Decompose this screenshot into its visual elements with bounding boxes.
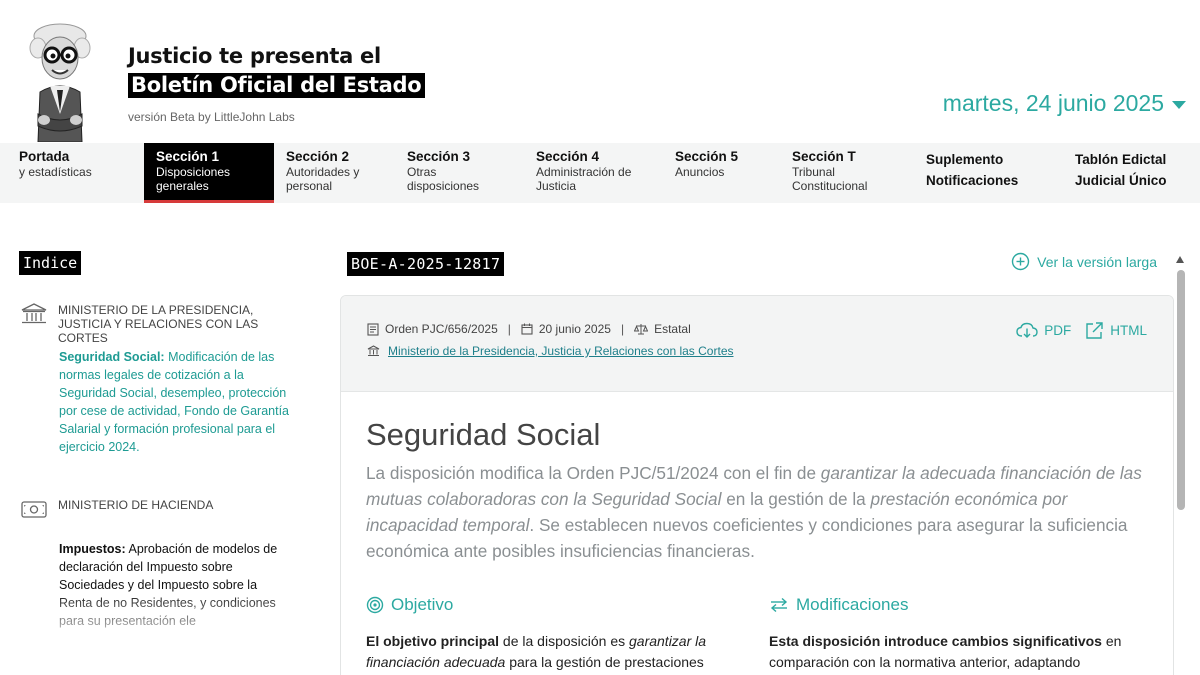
pdf-label: PDF xyxy=(1044,323,1072,338)
plus-circle-icon xyxy=(1011,252,1030,271)
nav-seccion-t[interactable]: Sección T Tribunal Constitucional xyxy=(792,143,907,203)
nav-seccion-1[interactable]: Sección 1 Disposiciones generales xyxy=(144,143,274,203)
objetivo-body: de la disposición es xyxy=(499,633,629,649)
modificaciones-bold: Esta disposición introduce cambios signi… xyxy=(769,633,1102,649)
nav-title: Sección 5 xyxy=(675,149,739,164)
ministry-name: MINISTERIO DE LA PRESIDENCIA, JUSTICIA Y… xyxy=(58,303,259,345)
pdf-button[interactable]: PDF xyxy=(1016,322,1071,339)
calendar-icon xyxy=(521,323,533,335)
nav-title: Sección 1 xyxy=(156,149,220,164)
site-title-line2: Boletín Oficial del Estado xyxy=(128,73,426,98)
nav-title: Suplemento Notificaciones xyxy=(926,152,1019,188)
nav-subtitle: Anuncios xyxy=(675,165,725,179)
nav-title: Sección 3 xyxy=(407,149,471,164)
separator: | xyxy=(507,322,511,336)
entry-label: Impuestos: xyxy=(59,542,126,556)
nav-title: Sección T xyxy=(792,149,856,164)
long-version-link[interactable]: Ver la versión larga xyxy=(1011,252,1157,271)
document-id: BOE-A-2025-12817 xyxy=(347,252,505,276)
long-version-label: Ver la versión larga xyxy=(1037,253,1157,270)
meta-row: Orden PJC/656/2025 | 20 junio 2025 | Est… xyxy=(367,322,691,336)
scroll-up-arrow-icon[interactable] xyxy=(1176,256,1184,263)
nav-subtitle: Autoridades y personal xyxy=(286,165,360,193)
version-note: versión Beta by LittleJohn Labs xyxy=(128,110,295,124)
scrollbar-thumb[interactable] xyxy=(1177,270,1185,510)
modificaciones-title: Modificaciones xyxy=(796,595,909,614)
nav-seccion-2[interactable]: Sección 2 Autoridades y personal xyxy=(286,143,396,203)
external-link-icon xyxy=(1086,322,1103,339)
download-links: PDF HTML xyxy=(1008,321,1147,340)
ministry-name: MINISTERIO DE HACIENDA xyxy=(58,498,214,512)
document-heading: Seguridad Social xyxy=(366,417,601,452)
ministry-heading: MINISTERIO DE HACIENDA xyxy=(20,498,308,520)
html-label: HTML xyxy=(1110,323,1147,338)
objetivo-title: Objetivo xyxy=(391,595,454,614)
target-icon xyxy=(366,596,384,614)
nav-tablon-edictal[interactable]: Tablón Edictal Judicial Único xyxy=(1075,143,1185,203)
index-entry-seguridad-social[interactable]: Seguridad Social: Modificación de las no… xyxy=(59,348,293,457)
mascot-logo xyxy=(29,23,91,142)
document-summary: La disposición modifica la Orden PJC/51/… xyxy=(366,460,1156,564)
nav-suplemento-notificaciones[interactable]: Suplemento Notificaciones xyxy=(926,143,1026,203)
date-selector[interactable]: martes, 24 junio 2025 xyxy=(943,90,1186,117)
nav-title: Tablón Edictal Judicial Único xyxy=(1075,152,1167,188)
government-building-icon xyxy=(21,303,47,324)
document-icon xyxy=(367,322,379,336)
section-nav: Portada y estadísticas Sección 1 Disposi… xyxy=(0,143,1200,203)
site-title-line1: Justicio te presenta el xyxy=(128,44,381,68)
header: Justicio te presenta el Boletín Oficial … xyxy=(0,0,1200,143)
ministry-heading: MINISTERIO DE LA PRESIDENCIA, JUSTICIA Y… xyxy=(20,303,308,345)
nav-subtitle: y estadísticas xyxy=(19,165,92,179)
nav-title: Portada xyxy=(19,149,70,164)
publication-date: 20 junio 2025 xyxy=(538,322,611,336)
banknote-icon xyxy=(21,501,47,518)
scope: Estatal xyxy=(654,322,691,336)
nav-title: Sección 2 xyxy=(286,149,350,164)
scales-icon xyxy=(634,324,649,335)
objetivo-bold: El objetivo principal xyxy=(366,633,500,649)
nav-seccion-5[interactable]: Sección 5 Anuncios xyxy=(675,143,775,203)
objetivo-text: El objetivo principal de la disposición … xyxy=(366,631,736,673)
modificaciones-text: Esta disposición introduce cambios signi… xyxy=(769,631,1139,673)
nav-portada[interactable]: Portada y estadísticas xyxy=(19,143,134,203)
modificaciones-heading: Modificaciones xyxy=(769,595,908,615)
ministry-link[interactable]: Ministerio de la Presidencia, Justicia y… xyxy=(388,344,734,358)
separator: | xyxy=(620,322,625,336)
html-button[interactable]: HTML xyxy=(1085,321,1147,340)
swap-arrows-icon xyxy=(770,597,788,613)
index-label: Indice xyxy=(19,251,82,275)
nav-seccion-3[interactable]: Sección 3 Otras disposiciones xyxy=(407,143,522,203)
document-meta: Orden PJC/656/2025 | 20 junio 2025 | Est… xyxy=(341,296,1173,392)
nav-seccion-4[interactable]: Sección 4 Administración de Justicia xyxy=(536,143,661,203)
nav-title: Sección 4 xyxy=(536,149,600,164)
nav-subtitle: Administración de Justicia xyxy=(536,165,632,193)
cloud-download-icon xyxy=(1016,322,1038,338)
nav-subtitle: Otras disposiciones xyxy=(407,165,480,193)
summary-text: en la gestión de la xyxy=(721,489,871,509)
nav-subtitle: Disposiciones generales xyxy=(156,165,231,193)
objetivo-heading: Objetivo xyxy=(366,595,453,615)
caret-down-icon xyxy=(1172,100,1186,109)
ministry-link-row: Ministerio de la Presidencia, Justicia y… xyxy=(367,344,734,358)
order-number: Orden PJC/656/2025 xyxy=(385,322,498,336)
objetivo-body: para la gestión de prestaciones xyxy=(505,654,704,670)
document-card: Orden PJC/656/2025 | 20 junio 2025 | Est… xyxy=(340,295,1174,675)
nav-subtitle: Tribunal Constitucional xyxy=(792,165,868,193)
summary-text: La disposición modifica la Orden PJC/51/… xyxy=(366,463,821,483)
entry-label: Seguridad Social: xyxy=(59,350,165,364)
date-label: martes, 24 junio 2025 xyxy=(942,90,1164,116)
entry-text: Modificación de las normas legales de co… xyxy=(59,350,290,455)
government-building-icon xyxy=(367,345,380,356)
fade-overlay xyxy=(0,590,320,675)
